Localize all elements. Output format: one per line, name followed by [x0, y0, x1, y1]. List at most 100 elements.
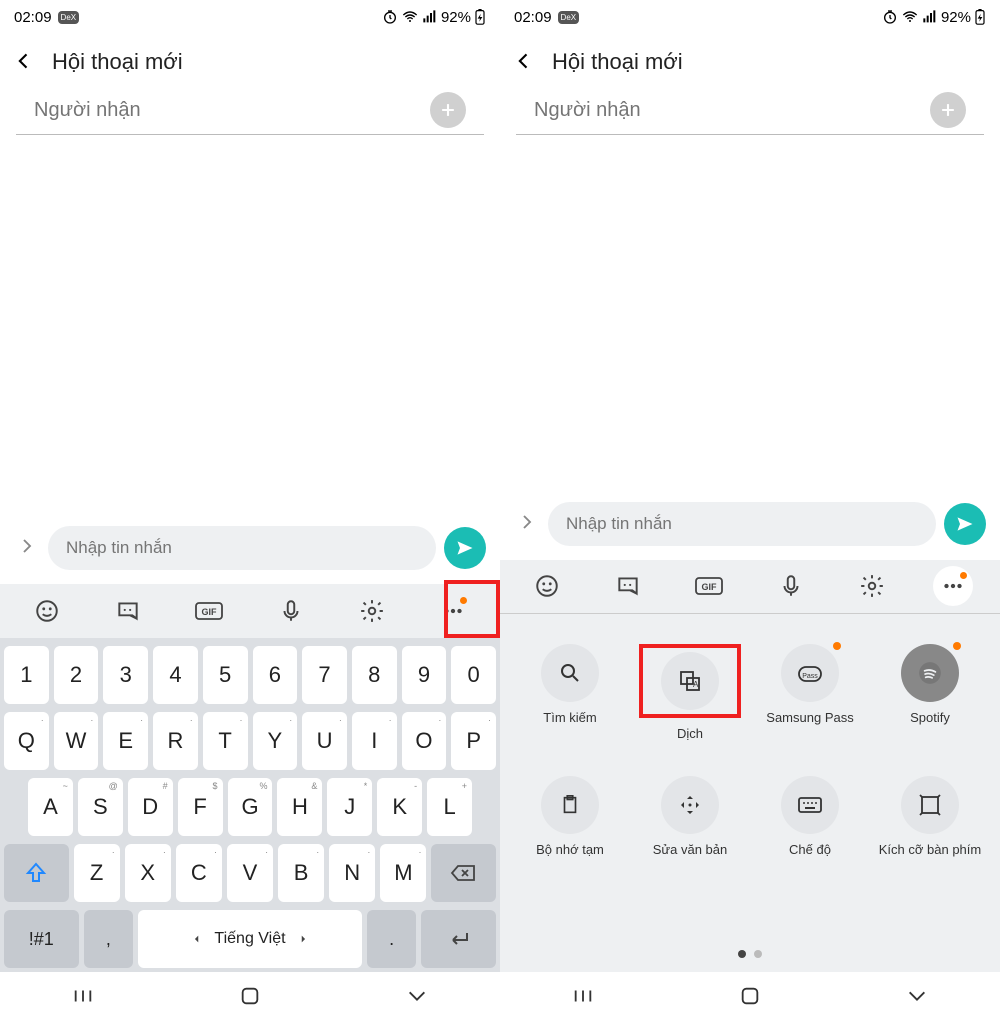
key-s[interactable]: S@	[78, 778, 123, 836]
battery-percent: 92%	[941, 9, 971, 26]
voice-icon[interactable]	[771, 566, 811, 606]
add-recipient-button[interactable]	[930, 92, 966, 128]
recipient-input[interactable]	[34, 99, 420, 122]
key-l[interactable]: L+	[427, 778, 472, 836]
key-a[interactable]: A~	[28, 778, 73, 836]
key-z[interactable]: Z·	[74, 844, 120, 902]
resize-icon	[901, 776, 959, 834]
add-recipient-button[interactable]	[430, 92, 466, 128]
key-q[interactable]: Q·	[4, 712, 49, 770]
key-t[interactable]: T·	[203, 712, 248, 770]
recipient-row	[516, 90, 984, 135]
key-o[interactable]: O·	[402, 712, 447, 770]
key-f[interactable]: F$	[178, 778, 223, 836]
key-8[interactable]: 8	[352, 646, 397, 704]
key-i[interactable]: I·	[352, 712, 397, 770]
key-2[interactable]: 2	[54, 646, 99, 704]
key-7[interactable]: 7	[302, 646, 347, 704]
keyboard-toolbar: GIF	[0, 584, 500, 638]
page-indicator	[500, 940, 1000, 972]
page-dot-2[interactable]	[754, 950, 762, 958]
panel-item-search[interactable]: Tìm kiếm	[510, 644, 630, 758]
back-button[interactable]	[14, 47, 34, 78]
key-h[interactable]: H&	[277, 778, 322, 836]
panel-item-translate[interactable]: A Dịch	[630, 644, 750, 758]
status-icons: 92%	[882, 9, 986, 26]
search-icon	[541, 644, 599, 702]
back-nav-button[interactable]	[387, 985, 447, 1007]
key-c[interactable]: C·	[176, 844, 222, 902]
key-d[interactable]: D#	[128, 778, 173, 836]
send-button[interactable]	[944, 503, 986, 545]
key-r[interactable]: R·	[153, 712, 198, 770]
symbols-key[interactable]: !#1	[4, 910, 79, 968]
panel-item-text-edit[interactable]: Sửa văn bản	[630, 776, 750, 874]
recipient-input[interactable]	[534, 99, 920, 122]
key-e[interactable]: E·	[103, 712, 148, 770]
message-input[interactable]	[548, 502, 936, 546]
shift-key[interactable]	[4, 844, 69, 902]
key-x[interactable]: X·	[125, 844, 171, 902]
more-icon[interactable]	[933, 566, 973, 606]
gif-icon[interactable]: GIF	[189, 591, 229, 631]
panel-label: Tìm kiếm	[543, 710, 596, 742]
page-title: Hội thoại mới	[552, 49, 683, 75]
key-u[interactable]: U·	[302, 712, 347, 770]
comma-key[interactable]: ,	[84, 910, 134, 968]
panel-item-spotify[interactable]: Spotify	[870, 644, 990, 758]
gif-icon[interactable]: GIF	[689, 566, 729, 606]
key-n[interactable]: N·	[329, 844, 375, 902]
message-input[interactable]	[48, 526, 436, 570]
page-dot-1[interactable]	[738, 950, 746, 958]
key-4[interactable]: 4	[153, 646, 198, 704]
back-nav-button[interactable]	[887, 985, 947, 1007]
recents-button[interactable]	[53, 985, 113, 1007]
svg-text:GIF: GIF	[702, 582, 718, 592]
key-5[interactable]: 5	[203, 646, 248, 704]
expand-button[interactable]	[14, 534, 40, 562]
panel-label: Spotify	[910, 710, 950, 742]
voice-icon[interactable]	[271, 591, 311, 631]
translate-icon: A	[661, 652, 719, 710]
emoji-icon[interactable]	[527, 566, 567, 606]
panel-item-clipboard[interactable]: Bộ nhớ tạm	[510, 776, 630, 874]
key-g[interactable]: G%	[228, 778, 273, 836]
dex-badge: DeX	[558, 11, 580, 24]
key-9[interactable]: 9	[402, 646, 447, 704]
panel-item-samsung-pass[interactable]: Pass Samsung Pass	[750, 644, 870, 758]
enter-key[interactable]	[421, 910, 496, 968]
more-icon[interactable]	[433, 591, 473, 631]
status-icons: 92%	[382, 9, 486, 26]
svg-text:GIF: GIF	[202, 607, 218, 617]
sticker-icon[interactable]	[108, 591, 148, 631]
expand-button[interactable]	[514, 510, 540, 538]
space-key[interactable]: Tiếng Việt	[138, 910, 362, 968]
key-w[interactable]: W·	[54, 712, 99, 770]
period-key[interactable]: .	[367, 910, 417, 968]
home-button[interactable]	[220, 985, 280, 1007]
panel-label: Dịch	[677, 726, 703, 758]
emoji-icon[interactable]	[27, 591, 67, 631]
key-1[interactable]: 1	[4, 646, 49, 704]
home-button[interactable]	[720, 985, 780, 1007]
send-button[interactable]	[444, 527, 486, 569]
key-p[interactable]: P·	[451, 712, 496, 770]
key-b[interactable]: B·	[278, 844, 324, 902]
key-j[interactable]: J*	[327, 778, 372, 836]
key-k[interactable]: K-	[377, 778, 422, 836]
sticker-icon[interactable]	[608, 566, 648, 606]
settings-icon[interactable]	[352, 591, 392, 631]
key-6[interactable]: 6	[253, 646, 298, 704]
panel-item-keyboard-size[interactable]: Kích cỡ bàn phím	[870, 776, 990, 874]
recents-button[interactable]	[553, 985, 613, 1007]
key-3[interactable]: 3	[103, 646, 148, 704]
key-v[interactable]: V·	[227, 844, 273, 902]
panel-item-mode[interactable]: Chế độ	[750, 776, 870, 874]
panel-label: Chế độ	[789, 842, 831, 874]
key-y[interactable]: Y·	[253, 712, 298, 770]
back-button[interactable]	[514, 47, 534, 78]
settings-icon[interactable]	[852, 566, 892, 606]
key-0[interactable]: 0	[451, 646, 496, 704]
key-m[interactable]: M·	[380, 844, 426, 902]
backspace-key[interactable]	[431, 844, 496, 902]
